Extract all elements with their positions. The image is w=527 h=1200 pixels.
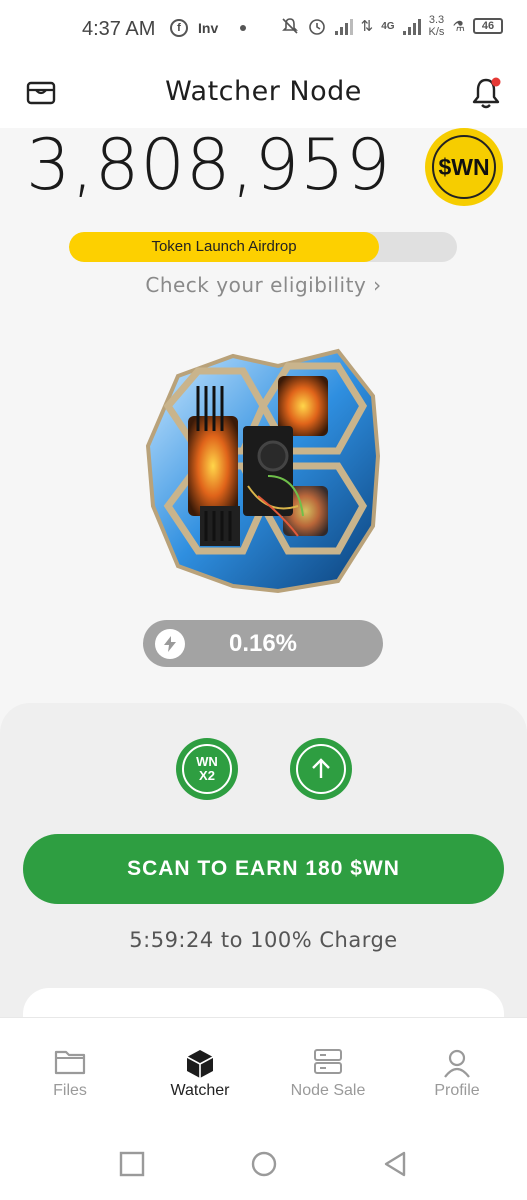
upgrade-button[interactable] — [290, 738, 352, 800]
home-icon[interactable] — [250, 1151, 278, 1179]
cube-icon — [186, 1050, 214, 1078]
recent-apps-icon[interactable] — [119, 1151, 145, 1177]
charge-status: 5:59:24 to 100% Charge — [129, 928, 398, 952]
nav-item-files[interactable]: Files — [4, 1018, 136, 1128]
more-notifications-dot — [240, 25, 247, 31]
app-label: Inv — [198, 20, 219, 36]
bell-icon[interactable] — [470, 76, 502, 110]
nav-label-watcher: Watcher — [170, 1082, 230, 1099]
signal-icon-1 — [334, 17, 353, 35]
user-icon — [444, 1049, 470, 1078]
nav-item-profile[interactable]: Profile — [391, 1018, 523, 1128]
check-eligibility-link[interactable]: Check your eligibility › — [0, 273, 527, 297]
data-transfer-icon: ⇅ — [360, 18, 374, 35]
notification-dot — [491, 77, 501, 87]
notification-icons: f Inv — [170, 19, 247, 37]
mute-icon — [281, 18, 298, 34]
net-speed-unit: K/s — [428, 26, 445, 38]
alarm-icon — [308, 19, 325, 35]
token-badge-label: $WN — [438, 153, 490, 180]
airdrop-progress-bar[interactable]: Token Launch Airdrop — [69, 232, 457, 262]
system-navigation-bar — [0, 1127, 527, 1200]
battery-icon: 46 — [473, 18, 503, 34]
bottom-nav: Files Watcher Node Sale Profile — [0, 1017, 527, 1127]
system-status: ⇅ 4G 3.3 K/s ⚗ 46 — [281, 14, 503, 38]
watcher-node-image[interactable] — [138, 336, 388, 606]
status-time: 4:37 AM — [82, 18, 156, 40]
network-type: 4G — [381, 20, 395, 32]
status-bar: 4:37 AM f Inv ⇅ 4G 3.3 K/s ⚗ 46 — [0, 0, 527, 62]
app-header: Watcher Node — [0, 62, 527, 128]
arrow-up-icon — [312, 758, 330, 778]
boost-rate-value: 0.16% — [228, 630, 298, 657]
nav-label-node-sale: Node Sale — [290, 1082, 366, 1099]
facebook-icon: f — [170, 19, 188, 37]
folder-icon — [54, 1050, 86, 1075]
multiplier-x2-button[interactable]: WN X2 — [176, 738, 238, 800]
nav-label-profile: Profile — [434, 1082, 480, 1099]
token-balance: 3,808,959 — [26, 124, 392, 206]
nav-item-watcher[interactable]: Watcher — [134, 1018, 266, 1128]
server-icon — [314, 1049, 342, 1074]
wn-token-badge: $WN — [425, 128, 503, 206]
nav-label-files: Files — [53, 1082, 87, 1099]
page-title: Watcher Node — [165, 76, 362, 107]
signal-icon-2 — [402, 17, 421, 35]
airdrop-label: Token Launch Airdrop — [151, 238, 297, 255]
bolt-icon — [155, 629, 185, 659]
nav-item-node-sale[interactable]: Node Sale — [262, 1018, 394, 1128]
scan-to-earn-button[interactable]: SCAN TO EARN 180 $WN — [23, 834, 504, 904]
flask-icon: ⚗ — [452, 17, 465, 34]
back-icon[interactable] — [382, 1151, 408, 1177]
net-speed: 3.3 K/s — [429, 14, 445, 38]
net-speed-value: 3.3 — [428, 14, 445, 26]
boost-rate-pill[interactable]: 0.16% — [143, 620, 383, 667]
